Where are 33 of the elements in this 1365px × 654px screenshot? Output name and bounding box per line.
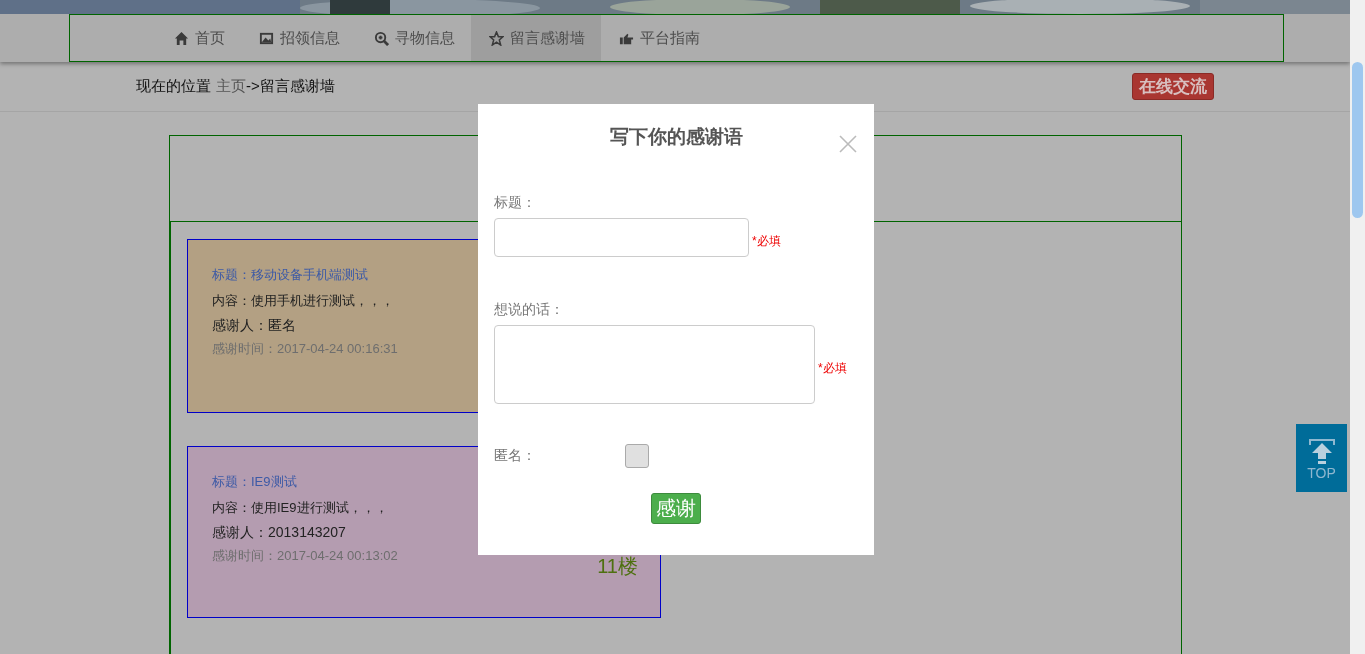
nav-tab[interactable]: 留言感谢墙 — [471, 15, 601, 61]
close-icon[interactable] — [839, 135, 857, 153]
message-content: 内容：使用IE9进行测试，，， — [212, 500, 389, 516]
online-chat-button[interactable]: 在线交流 — [1132, 73, 1214, 100]
message-time: 感谢时间：2017-04-24 00:16:31 — [212, 341, 398, 357]
floor-number: 11楼 — [597, 555, 638, 577]
message-time: 感谢时间：2017-04-24 00:13:02 — [212, 548, 398, 564]
checkbox[interactable] — [625, 444, 649, 468]
breadcrumb-link[interactable]: 主页 — [216, 77, 246, 96]
breadcrumb-label: 现在的位置 — [136, 77, 211, 96]
nav-tab[interactable]: 招领信息 — [241, 15, 356, 61]
field-label: 标题： — [494, 194, 537, 212]
required-note: *必填 — [818, 360, 847, 377]
input-field[interactable] — [494, 218, 749, 257]
scroll-bar[interactable] — [1350, 0, 1365, 654]
breadcrumb-current: ->留言感谢墙 — [246, 77, 335, 96]
nav-tab[interactable]: 首页 — [156, 15, 241, 61]
image-icon — [259, 30, 274, 46]
submit-button[interactable]: 感谢 — [651, 493, 701, 524]
star-icon — [489, 30, 504, 46]
dialog-title: 写下你的感谢语 — [609, 125, 743, 148]
magnifier-icon — [374, 30, 389, 46]
nav-tab[interactable]: 平台指南 — [601, 15, 716, 61]
required-note: *必填 — [752, 233, 781, 250]
text-area[interactable] — [494, 325, 815, 404]
message-author: 感谢人：2013143207 — [212, 523, 347, 541]
back-to-top-button[interactable]: TOP — [1296, 424, 1347, 492]
house-icon — [174, 30, 189, 46]
nav-tab[interactable]: 寻物信息 — [356, 15, 471, 61]
field-label: 想说的话： — [494, 301, 565, 319]
field-label: 匿名： — [494, 447, 537, 465]
up-arrow-icon — [1306, 437, 1337, 465]
message-author: 感谢人：匿名 — [212, 316, 297, 334]
